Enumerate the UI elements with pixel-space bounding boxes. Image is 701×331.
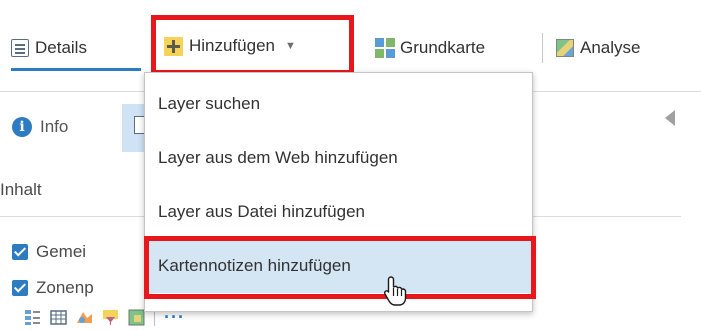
more-options-icon[interactable]: ···: [164, 308, 185, 326]
toolbar-divider: [542, 33, 543, 63]
content-heading: Inhalt: [0, 180, 42, 199]
analysis-icon: [556, 39, 574, 57]
tab-analysis-label: Analyse: [580, 38, 641, 57]
table-icon[interactable]: [50, 309, 67, 326]
layer-label: Gemei: [36, 242, 87, 261]
layer-item[interactable]: Gemei: [12, 240, 86, 264]
highlight-box-map-notes: [144, 236, 536, 299]
tab-details-label: Details: [35, 38, 87, 57]
info-icon: i: [12, 117, 32, 137]
active-tab-indicator: [11, 68, 141, 71]
tab-basemap[interactable]: Grundkarte: [375, 31, 485, 65]
layer-label: Zonenp: [36, 278, 94, 297]
details-icon: [11, 39, 29, 57]
legend-icon[interactable]: [24, 309, 41, 326]
tab-analysis[interactable]: Analyse: [556, 31, 640, 65]
collapse-arrow-icon[interactable]: [665, 110, 675, 126]
layer-checkbox[interactable]: [12, 244, 28, 260]
layer-checkbox[interactable]: [12, 280, 28, 296]
tab-basemap-label: Grundkarte: [400, 38, 486, 57]
layer-item[interactable]: Zonenp: [12, 276, 94, 300]
analysis-tool-icon[interactable]: [128, 309, 145, 326]
filter-icon[interactable]: [102, 309, 119, 326]
menu-item-search-layers[interactable]: Layer suchen: [145, 77, 532, 131]
menu-item-add-layer-from-web[interactable]: Layer aus dem Web hinzufügen: [145, 131, 532, 185]
menu-item-add-layer-from-file[interactable]: Layer aus Datei hinzufügen: [145, 185, 532, 239]
info-button[interactable]: i Info: [12, 112, 68, 142]
highlight-box-add: [151, 15, 354, 75]
hand-cursor-icon: [383, 276, 407, 306]
info-label: Info: [40, 117, 69, 136]
tab-details[interactable]: Details: [11, 31, 87, 65]
style-icon[interactable]: [76, 309, 93, 326]
basemap-grid-icon: [375, 38, 395, 58]
